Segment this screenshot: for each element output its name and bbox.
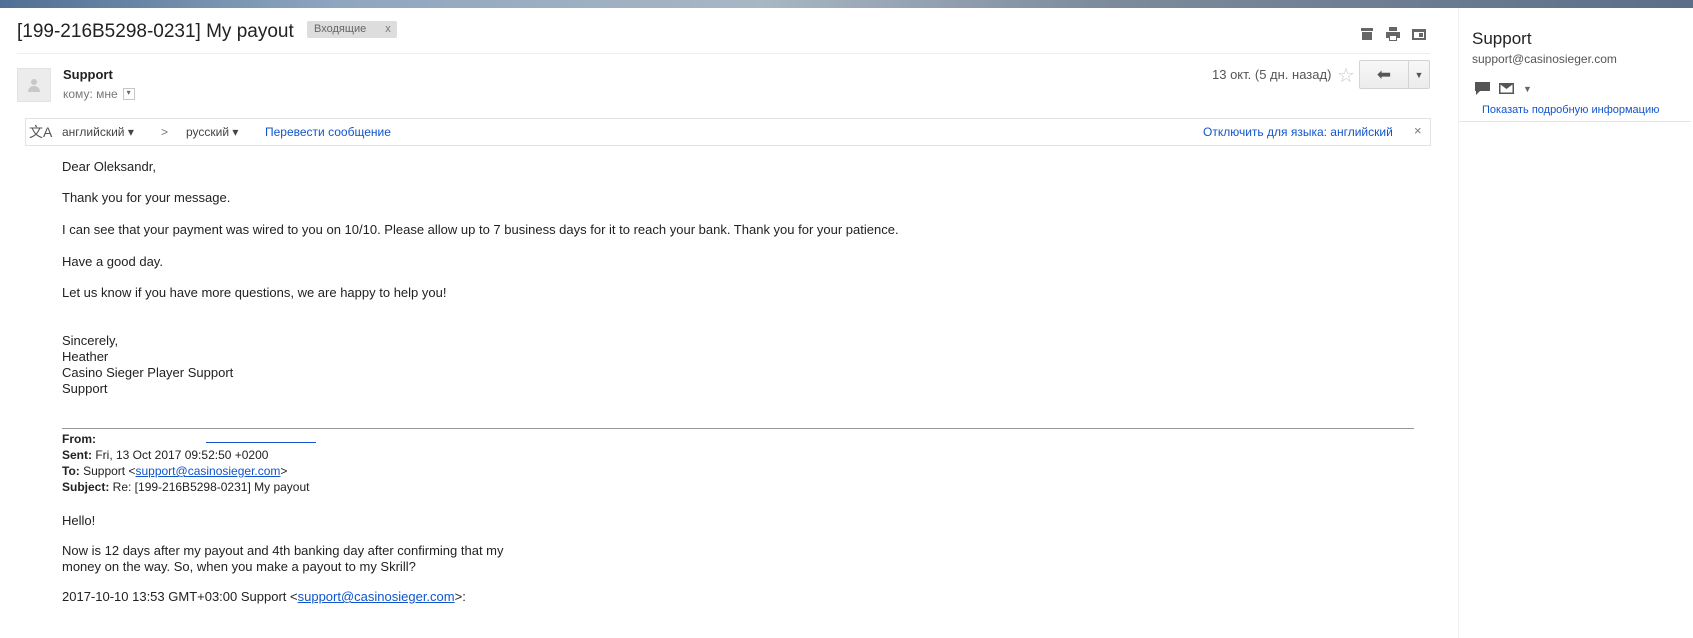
reply-button[interactable]: ⬅ (1359, 60, 1409, 89)
target-language-select[interactable]: русский ▾ (186, 125, 238, 139)
inbox-label-chip[interactable]: Входящие x (307, 21, 397, 39)
reply-button-group: ⬅ ▼ (1359, 60, 1430, 89)
person-icon (28, 79, 40, 92)
subject-text: [199-216B5298-0231] My payout (17, 21, 294, 42)
mail-icon[interactable] (1499, 82, 1514, 95)
quoted-earlier: 2017-10-10 13:53 GMT+03:00 Support <supp… (62, 589, 466, 605)
quoted-sent-label: Sent: (62, 448, 92, 462)
sender-name[interactable]: Support (63, 67, 113, 82)
email-date: 13 окт. (5 дн. назад) (1212, 67, 1332, 82)
more-actions-dropdown[interactable]: ▼ (1409, 60, 1430, 89)
quoted-hello: Hello! (62, 513, 96, 528)
print-icon[interactable] (1384, 25, 1402, 43)
top-toolbar (1358, 25, 1428, 43)
new-window-icon[interactable] (1410, 25, 1428, 43)
source-language-select[interactable]: английский ▾ (62, 125, 134, 139)
quoted-subject-value: Re: [199-216B5298-0231] My payout (109, 480, 310, 494)
signature-line-1: Sincerely, (62, 333, 119, 348)
remove-label-button[interactable]: x (385, 23, 391, 35)
email-view: [199-216B5298-0231] My payout Входящие x… (0, 8, 1447, 638)
quote-separator (62, 428, 1414, 429)
inbox-label-text: Входящие (314, 23, 367, 36)
quoted-from: From: (62, 431, 316, 447)
signature-line-3: Casino Sieger Player Support (62, 365, 234, 380)
redacted-email-link (206, 432, 316, 443)
chevron-right-icon: > (161, 125, 169, 139)
quoted-sent: Sent: Fri, 13 Oct 2017 09:52:50 +0200 (62, 447, 268, 463)
chat-icon[interactable] (1475, 82, 1490, 95)
body-paragraph-2: I can see that your payment was wired to… (62, 222, 899, 237)
body-paragraph-1: Thank you for your message. (62, 190, 231, 205)
quoted-line-2: money on the way. So, when you make a pa… (62, 559, 416, 574)
disable-translation-link[interactable]: Отключить для языка: английский (1203, 125, 1393, 139)
body-paragraph-3: Have a good day. (62, 254, 163, 269)
star-icon[interactable]: ☆ (1337, 63, 1355, 88)
signature-line-2: Heather (62, 349, 109, 364)
quoted-from-label: From: (62, 432, 96, 446)
quoted-to-email-link[interactable]: support@casinosieger.com (135, 464, 280, 478)
body-paragraph-4: Let us know if you have more questions, … (62, 285, 447, 300)
quoted-to-suffix: > (280, 464, 288, 478)
translate-icon: 文A (29, 124, 53, 140)
contact-email: support@casinosieger.com (1472, 52, 1617, 66)
signature-line-4: Support (62, 381, 108, 396)
earlier-suffix: >: (454, 589, 466, 604)
quoted-subject-label: Subject: (62, 480, 110, 494)
quoted-sent-value: Fri, 13 Oct 2017 09:52:50 +0200 (92, 448, 269, 462)
close-icon[interactable]: × (1414, 123, 1422, 138)
show-details-dropdown[interactable]: ▾ (122, 87, 135, 100)
translation-bar: 文A английский ▾ > русский ▾ Перевести со… (25, 118, 1431, 146)
recipient-text: кому: мне (63, 87, 118, 101)
body-greeting: Dear Oleksandr, (62, 159, 156, 174)
show-details-link[interactable]: Показать подробную информацию (1482, 104, 1659, 116)
quoted-to: To: Support <support@casinosieger.com> (62, 463, 287, 479)
recipient-line: кому: мне ▾ (63, 87, 135, 101)
header-divider (17, 53, 1430, 54)
quoted-to-prefix: Support < (79, 464, 136, 478)
sidebar-divider (1459, 121, 1691, 122)
desktop-background-strip (0, 0, 1693, 8)
contact-name: Support (1472, 29, 1532, 48)
avatar[interactable] (17, 68, 51, 102)
quoted-line-1: Now is 12 days after my payout and 4th b… (62, 543, 504, 558)
earlier-prefix: 2017-10-10 13:53 GMT+03:00 Support < (62, 589, 298, 604)
chevron-down-icon[interactable]: ▼ (1523, 84, 1532, 94)
email-subject: [199-216B5298-0231] My payout Входящие x (17, 21, 397, 43)
archive-icon[interactable] (1358, 25, 1376, 43)
translate-message-link[interactable]: Перевести сообщение (265, 125, 391, 139)
quoted-to-label: To: (62, 464, 80, 478)
quoted-subject: Subject: Re: [199-216B5298-0231] My payo… (62, 479, 309, 495)
earlier-email-link[interactable]: support@casinosieger.com (298, 589, 455, 604)
contact-sidebar: Support support@casinosieger.com ▼ Показ… (1458, 8, 1693, 638)
contact-actions: ▼ (1475, 82, 1532, 95)
